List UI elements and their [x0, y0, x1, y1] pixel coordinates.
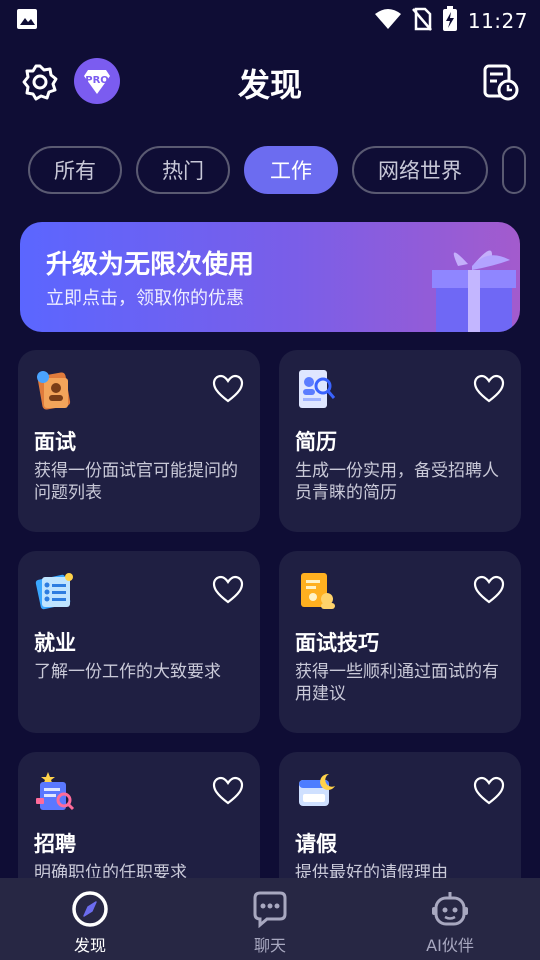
card-interview-tips[interactable]: 面试技巧 获得一些顺利通过面试的有用建议 — [279, 551, 521, 733]
card-title: 请假 — [295, 832, 337, 856]
resume-search-icon — [295, 368, 337, 410]
chat-bubble-icon — [251, 890, 289, 929]
checklist-icon — [34, 569, 76, 611]
history-icon[interactable] — [480, 62, 520, 102]
card-title: 简历 — [295, 430, 337, 454]
wifi-icon — [374, 8, 402, 34]
tab-hot[interactable]: 热门 — [136, 146, 230, 194]
favorite-heart-icon[interactable] — [473, 776, 505, 806]
nav-label: AI伙伴 — [426, 936, 474, 955]
robot-icon — [431, 890, 469, 928]
image-notification-icon — [16, 8, 38, 34]
favorite-heart-icon[interactable] — [473, 374, 505, 404]
nav-label: 发现 — [73, 936, 106, 955]
battery-charging-icon — [442, 6, 458, 36]
page-title: 发现 — [237, 66, 302, 104]
tab-more-partial[interactable] — [502, 146, 526, 194]
no-sim-icon — [411, 7, 432, 35]
card-title: 就业 — [34, 631, 76, 655]
card-description: 生成一份实用，备受招聘人员青睐的简历 — [295, 461, 499, 503]
calendar-moon-icon — [295, 770, 337, 812]
tab-cyber-world[interactable]: 网络世界 — [352, 146, 488, 194]
category-tabs: 所有 热门 工作 网络世界 — [28, 146, 526, 194]
favorite-heart-icon[interactable] — [212, 776, 244, 806]
favorite-heart-icon[interactable] — [212, 374, 244, 404]
tab-work[interactable]: 工作 — [244, 146, 338, 194]
status-time: 11:27 — [467, 9, 528, 33]
card-title: 面试 — [34, 430, 76, 454]
card-description: 获得一份面试官可能提问的问题列表 — [34, 461, 238, 503]
gift-box-icon — [428, 236, 520, 332]
banner-title: 升级为无限次使用 — [46, 250, 255, 280]
nav-discover[interactable]: 发现 — [30, 890, 150, 956]
interview-badge-icon — [34, 368, 76, 410]
tips-document-icon — [295, 569, 337, 611]
upgrade-banner[interactable]: 升级为无限次使用 立即点击，领取你的优惠 — [20, 222, 520, 332]
card-employment[interactable]: 就业 了解一份工作的大致要求 — [18, 551, 260, 733]
favorite-heart-icon[interactable] — [212, 575, 244, 605]
card-description: 了解一份工作的大致要求 — [34, 662, 221, 682]
card-interview[interactable]: 面试 获得一份面试官可能提问的问题列表 — [18, 350, 260, 532]
favorite-heart-icon[interactable] — [473, 575, 505, 605]
card-title: 招聘 — [34, 832, 76, 856]
nav-ai-companion[interactable]: AI伙伴 — [390, 890, 510, 956]
tab-all[interactable]: 所有 — [28, 146, 122, 194]
card-resume[interactable]: 简历 生成一份实用，备受招聘人员青睐的简历 — [279, 350, 521, 532]
nav-label: 聊天 — [253, 936, 286, 955]
compass-icon — [71, 890, 109, 928]
nav-chat[interactable]: 聊天 — [210, 890, 330, 956]
recruitment-clipboard-icon — [34, 770, 76, 812]
status-bar: 11:27 — [0, 0, 540, 36]
card-description: 获得一些顺利通过面试的有用建议 — [295, 662, 499, 704]
card-title: 面试技巧 — [295, 631, 379, 655]
banner-subtitle: 立即点击，领取你的优惠 — [46, 288, 244, 309]
app-header: PRO 发现 — [0, 40, 540, 120]
bottom-navigation: 发现 聊天 AI伙伴 — [0, 878, 540, 960]
